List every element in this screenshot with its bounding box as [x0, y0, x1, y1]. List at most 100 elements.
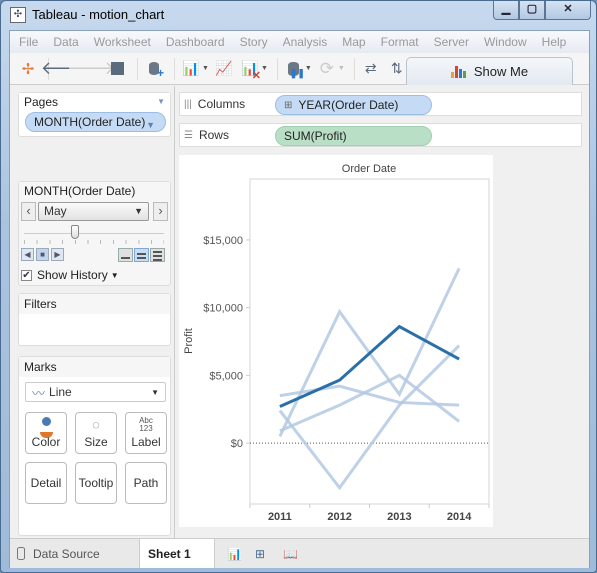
speed-slow-button[interactable] — [118, 248, 133, 262]
duplicate-sheet-icon[interactable]: 📈 — [213, 58, 235, 80]
tableau-app-icon: ✣ — [10, 7, 26, 23]
sum-profit-pill[interactable]: SUM(Profit) — [275, 126, 432, 146]
clear-sheet-icon[interactable]: 📊 ✕ — [239, 58, 261, 82]
history-series-line — [278, 344, 461, 491]
show-history-dropdown-icon[interactable]: ▼ — [111, 271, 119, 280]
stop-button[interactable]: ■ — [36, 248, 49, 261]
new-story-icon[interactable]: 📖 — [283, 547, 299, 561]
color-button[interactable]: Color — [25, 412, 67, 454]
menu-data[interactable]: Data — [53, 35, 78, 49]
x-axis: 2011 2012 2013 2014 — [249, 504, 490, 523]
rows-pill-label: SUM(Profit) — [284, 129, 347, 143]
series-group — [278, 267, 461, 491]
menu-window[interactable]: Window — [484, 35, 527, 49]
x-tick-label: 2011 — [268, 511, 292, 523]
rows-shelf-label: ☰ Rows — [184, 128, 229, 142]
month-select-value: May — [44, 204, 67, 218]
speed-medium-button[interactable] — [134, 248, 149, 262]
filters-card[interactable]: Filters — [18, 293, 171, 346]
sheet-1-tab[interactable]: Sheet 1 — [140, 539, 215, 568]
size-button[interactable]: ◌ Size — [75, 412, 117, 454]
menu-map[interactable]: Map — [342, 35, 365, 49]
menu-server[interactable]: Server — [434, 35, 469, 49]
pages-menu-icon[interactable]: ▼ — [157, 97, 165, 106]
columns-shelf[interactable]: ||| Columns ⊞ YEAR(Order Date) — [179, 92, 582, 116]
expand-icon[interactable]: ⊞ — [284, 100, 292, 111]
rows-shelf[interactable]: ☰ Rows SUM(Profit) — [179, 123, 582, 147]
menu-analysis[interactable]: Analysis — [283, 35, 328, 49]
show-me-button[interactable]: Show Me — [406, 57, 573, 85]
refresh-icon[interactable]: ⟳ — [316, 58, 338, 80]
refresh-dropdown-icon[interactable]: ▼ — [338, 65, 345, 72]
line-mark-icon: 〰 — [32, 385, 46, 401]
new-data-source-icon[interactable]: + — [143, 58, 165, 80]
path-button[interactable]: Path — [125, 462, 167, 504]
menu-worksheet[interactable]: Worksheet — [94, 35, 151, 49]
detail-button[interactable]: Detail — [25, 462, 67, 504]
show-me-icon — [450, 65, 467, 78]
app-client: File Data Worksheet Dashboard Story Anal… — [9, 30, 590, 568]
tooltip-button[interactable]: Tooltip — [75, 462, 117, 504]
menu-dashboard[interactable]: Dashboard — [166, 35, 225, 49]
marks-card: Marks 〰 Line ▼ Color ◌ Size Abc 123 Label — [18, 356, 171, 536]
menu-bar: File Data Worksheet Dashboard Story Anal… — [10, 31, 589, 53]
rows-label: Rows — [198, 128, 229, 142]
minimize-button[interactable]: ▁ — [493, 1, 519, 20]
plot-frame — [249, 178, 490, 505]
toolbar-separator — [276, 57, 278, 80]
sheet-tabs-bar: Data Source Sheet 1 📊 ⊞ 📖 — [10, 538, 589, 568]
menu-format[interactable]: Format — [381, 35, 419, 49]
pages-pill[interactable]: MONTH(Order Date) ▼ — [25, 112, 166, 132]
chart-header: Order Date — [342, 163, 396, 175]
new-dashboard-icon[interactable]: ⊞ — [255, 547, 271, 561]
show-history-toggle[interactable]: ✔ Show History ▼ — [21, 268, 119, 282]
toolbar-separator — [174, 57, 175, 80]
new-worksheet-icon[interactable]: 📊 — [227, 547, 243, 561]
swap-icon[interactable]: ⇄ — [360, 58, 382, 80]
y-tick-label: $5,000 — [209, 370, 243, 382]
size-label: Size — [84, 435, 108, 449]
line-chart: Order Date Profit $0 $5,000 $10,000 $15,000… — [183, 163, 490, 523]
play-forward-button[interactable]: ▶ — [51, 248, 64, 261]
path-label: Path — [133, 476, 159, 490]
pause-auto-updates-icon[interactable]: ❚❚ — [283, 58, 305, 80]
chevron-down-icon: ▼ — [151, 387, 159, 397]
data-source-label: Data Source — [33, 546, 100, 561]
page-slider-thumb[interactable] — [71, 225, 79, 239]
show-me-label: Show Me — [473, 64, 529, 79]
pages-card: Pages ▼ MONTH(Order Date) ▼ — [18, 92, 171, 137]
page-slider-track[interactable] — [24, 233, 164, 234]
menu-file[interactable]: File — [19, 35, 38, 49]
chevron-down-icon[interactable]: ▼ — [146, 120, 155, 130]
y-tick-label: $0 — [231, 438, 243, 450]
mark-type-value: Line — [49, 385, 72, 399]
database-icon — [17, 547, 25, 560]
play-backward-button[interactable]: ◀ — [21, 248, 34, 261]
forward-icon[interactable]: 🡒 — [67, 58, 115, 80]
close-button[interactable]: ✕ — [545, 1, 591, 20]
save-icon[interactable] — [106, 58, 128, 80]
new-worksheet-icon[interactable]: 📊 — [180, 58, 202, 80]
label-label: Label — [131, 435, 161, 449]
next-page-button[interactable]: › — [153, 202, 168, 221]
new-worksheet-dropdown-icon[interactable]: ▼ — [202, 65, 209, 72]
pause-dropdown-icon[interactable]: ▼ — [305, 65, 312, 72]
mark-type-select[interactable]: 〰 Line ▼ — [25, 382, 166, 402]
detail-label: Detail — [30, 476, 62, 490]
show-history-checkbox[interactable]: ✔ — [21, 269, 32, 281]
data-source-tab[interactable]: Data Source — [10, 539, 140, 568]
speed-fast-button[interactable] — [150, 248, 165, 262]
sort-icon[interactable]: ⇅ — [386, 58, 408, 80]
pages-pill-label: MONTH(Order Date) — [34, 115, 146, 129]
maximize-button[interactable]: ▢ — [519, 1, 545, 20]
menu-help[interactable]: Help — [542, 35, 567, 49]
x-tick-label: 2013 — [387, 511, 411, 523]
clear-sheet-dropdown-icon[interactable]: ▼ — [261, 65, 268, 72]
previous-page-button[interactable]: ‹ — [21, 202, 36, 221]
month-select[interactable]: May ▼ — [38, 202, 149, 221]
label-button[interactable]: Abc 123 Label — [125, 412, 167, 454]
page-player-header: MONTH(Order Date) — [19, 182, 170, 201]
tableau-logo-icon[interactable]: ✢ — [17, 58, 39, 80]
year-order-date-pill[interactable]: ⊞ YEAR(Order Date) — [275, 95, 432, 115]
menu-story[interactable]: Story — [240, 35, 268, 49]
